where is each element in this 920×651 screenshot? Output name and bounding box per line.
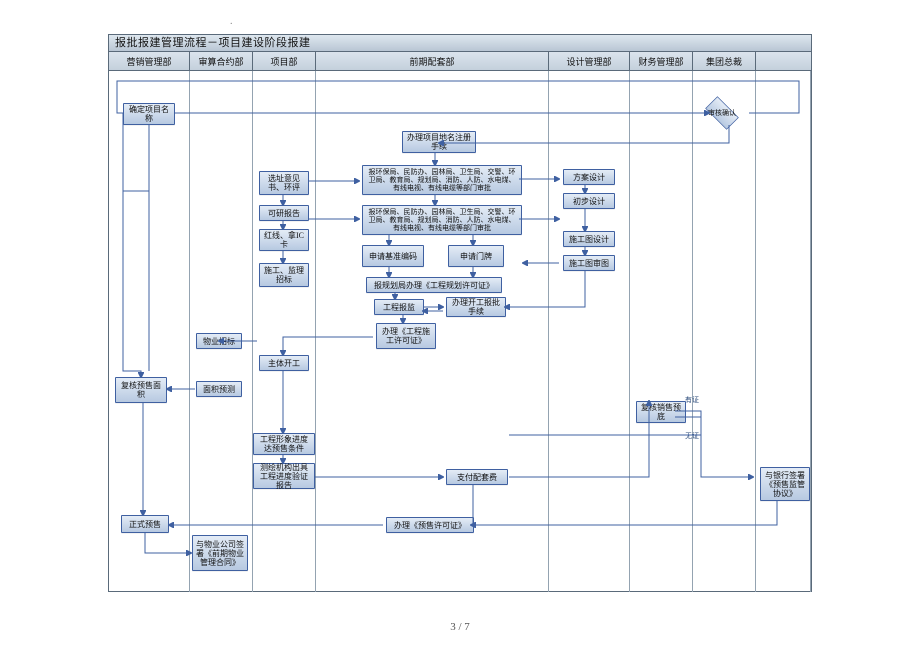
node-property-contract: 与物业公司签署《前期物业管理合同》 [192, 535, 248, 571]
node-scheme-design: 方案设计 [563, 169, 615, 185]
node-redline: 红线、拿IC卡 [259, 229, 309, 251]
lane-header-design: 设计管理部 [549, 52, 630, 70]
node-multi-approve-1: 报环保局、民防办、园林局、卫生局、交警、环卫局、教育局、规划局、消防、人防、水电… [362, 165, 522, 195]
node-main-start: 主体开工 [259, 355, 309, 371]
node-multi-approve-2: 报环保局、民防办、园林局、卫生局、交警、环卫局、教育局、规划局、消防、人防、水电… [362, 205, 522, 235]
swimlane-header: 营销管理部 审算合约部 项目部 前期配套部 设计管理部 财务管理部 集团总裁 [109, 52, 811, 71]
node-plan-permit: 报规划局办理《工程规划许可证》 [366, 277, 502, 293]
lane-header-project: 项目部 [253, 52, 316, 70]
document-page: . 报批报建管理流程－项目建设阶段报建 营销管理部 审算合约部 项目部 前期配套… [0, 0, 920, 651]
diagram-title: 报批报建管理流程－项目建设阶段报建 [109, 35, 811, 52]
lane-marketing: 确定项目名称 复核预售面积 正式预售 [109, 71, 190, 592]
node-image-progress: 工程形象进度达预售条件 [253, 433, 315, 455]
stray-dot: . [230, 16, 233, 27]
node-construct-permit: 办理《工程施工许可证》 [376, 323, 436, 349]
lane-finance: 复核销售预底 [630, 71, 693, 592]
node-area-recheck: 复核预售面积 [115, 377, 167, 403]
note-no: 无证 [685, 431, 699, 441]
lane-header-finance: 财务管理部 [630, 52, 693, 70]
node-area-survey: 面积预测 [196, 381, 242, 397]
node-name-reg: 办理项目地名注册手续 [402, 131, 476, 153]
node-dwg-review: 施工图审图 [563, 255, 615, 271]
node-approve-decision: 审核确认 [701, 101, 743, 125]
node-door-no: 申请门牌 [448, 245, 504, 267]
flowchart: 报批报建管理流程－项目建设阶段报建 营销管理部 审算合约部 项目部 前期配套部 … [108, 34, 812, 592]
node-feasibility: 可研报告 [259, 205, 309, 221]
lane-president: 审核确认 [693, 71, 756, 592]
note-yes: 有证 [685, 395, 699, 405]
page-number: 3 / 7 [0, 621, 920, 633]
node-start-approval: 办理开工报批手续 [446, 297, 506, 317]
lane-header-contract: 审算合约部 [190, 52, 253, 70]
lane-header-empty [756, 52, 811, 70]
lane-prep: 办理项目地名注册手续 报环保局、民防办、园林局、卫生局、交警、环卫局、教育局、规… [316, 71, 549, 592]
lane-project: 选址意见书、环评 可研报告 红线、拿IC卡 施工、监理招标 主体开工 工程形象进… [253, 71, 316, 592]
node-prelim-design: 初步设计 [563, 193, 615, 209]
node-formal-presale: 正式预售 [121, 515, 169, 533]
node-site-opinion: 选址意见书、环评 [259, 171, 309, 195]
lane-design: 方案设计 初步设计 施工图设计 施工图审图 [549, 71, 630, 592]
node-base-code: 申请基准编码 [362, 245, 424, 267]
node-price-recheck: 复核销售预底 [636, 401, 686, 423]
swimlane-body: 确定项目名称 复核预售面积 正式预售 物业招标 面积预测 与物业公司签署《前期物… [109, 71, 811, 592]
node-presale-permit: 办理《预售许可证》 [386, 517, 474, 533]
node-construct-dwg: 施工图设计 [563, 231, 615, 247]
lane-header-prep: 前期配套部 [316, 52, 549, 70]
node-pay-fee: 支付配套费 [446, 469, 508, 485]
lane-extra: 与银行签署《预售监管协议》 [756, 71, 811, 592]
node-eng-supervise: 工程报监 [374, 299, 424, 315]
node-define-name: 确定项目名称 [123, 103, 175, 125]
lane-header-marketing: 营销管理部 [109, 52, 190, 70]
lane-contract: 物业招标 面积预测 与物业公司签署《前期物业管理合同》 [190, 71, 253, 592]
node-property-bid: 物业招标 [196, 333, 242, 349]
node-construct-bid: 施工、监理招标 [259, 263, 309, 287]
lane-header-president: 集团总裁 [693, 52, 756, 70]
node-survey-report: 测绘机构出具工程进度验证报告 [253, 463, 315, 489]
node-bank-agreement: 与银行签署《预售监管协议》 [760, 467, 810, 501]
